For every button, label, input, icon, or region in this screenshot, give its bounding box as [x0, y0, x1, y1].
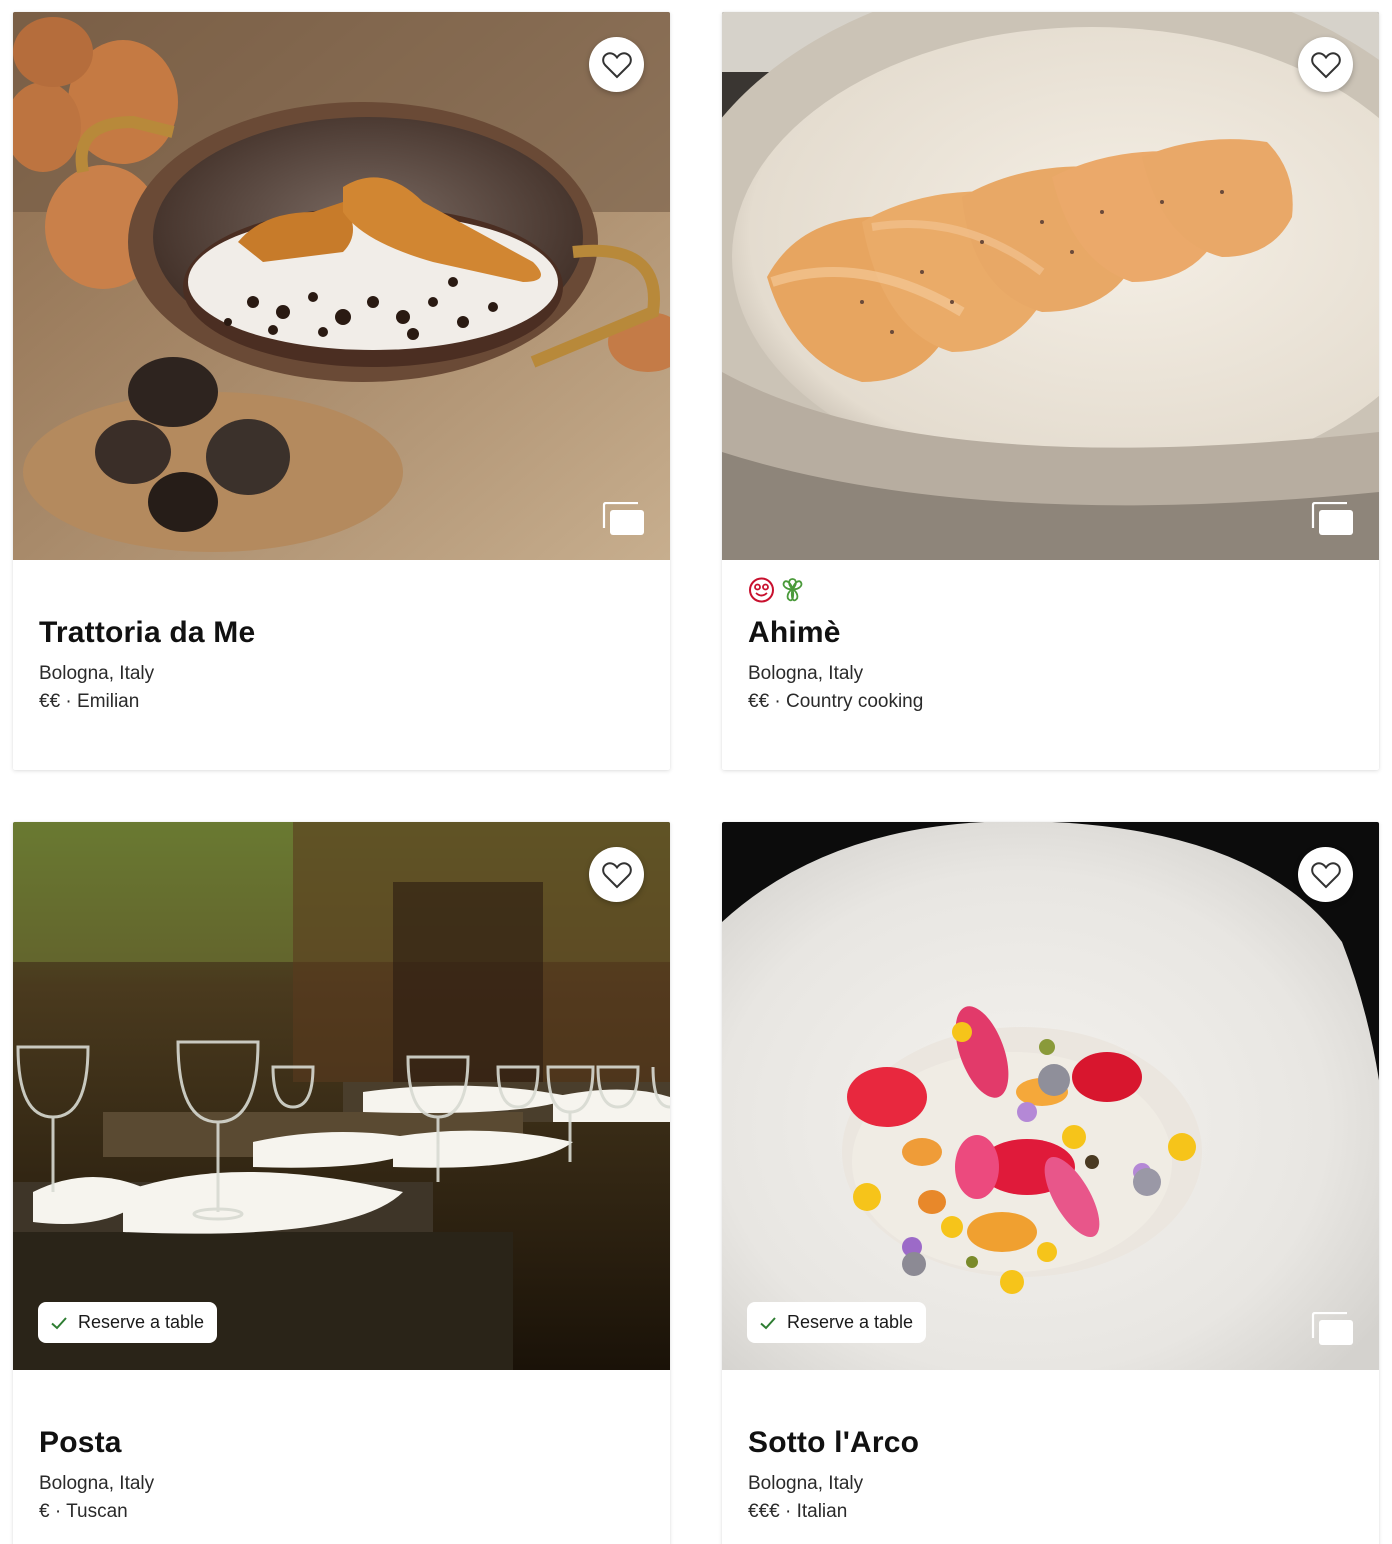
reserve-label: Reserve a table — [78, 1312, 205, 1332]
restaurant-photo[interactable] — [722, 12, 1379, 560]
heart-outline-icon — [1310, 861, 1341, 888]
photo-flower-plate — [722, 822, 1379, 1370]
restaurant-price-cuisine: € · Tuscan — [39, 1501, 128, 1522]
gallery-stack-icon[interactable] — [602, 502, 646, 536]
restaurant-price-cuisine: €€ · Country cooking — [748, 691, 924, 712]
restaurant-card[interactable]: Ahimè Bologna, Italy €€ · Country cookin… — [722, 12, 1379, 770]
green-star-icon — [782, 578, 803, 602]
favorite-button[interactable] — [589, 37, 644, 92]
restaurant-location: Bologna, Italy — [748, 663, 864, 684]
photo-restaurant-tables — [13, 822, 670, 1370]
restaurant-location: Bologna, Italy — [39, 1473, 155, 1494]
restaurant-name[interactable]: Posta — [39, 1426, 122, 1460]
restaurant-photo[interactable]: Reserve a table — [722, 822, 1379, 1370]
favorite-button[interactable] — [1298, 37, 1353, 92]
restaurant-grid: Trattoria da Me Bologna, Italy €€ · Emil… — [0, 0, 1392, 1544]
check-icon — [51, 1316, 67, 1329]
reserve-label: Reserve a table — [787, 1312, 914, 1332]
restaurant-card[interactable]: Trattoria da Me Bologna, Italy €€ · Emil… — [13, 12, 670, 770]
gallery-stack-icon[interactable] — [1311, 502, 1355, 536]
reserve-table-badge[interactable]: Reserve a table — [38, 1302, 218, 1343]
reserve-table-badge[interactable]: Reserve a table — [747, 1302, 927, 1343]
heart-outline-icon — [601, 861, 632, 888]
photo-prawns-plate — [722, 12, 1379, 560]
restaurant-name[interactable]: Ahimè — [748, 616, 841, 650]
heart-outline-icon — [1310, 51, 1341, 78]
bib-gourmand-icon — [749, 577, 774, 603]
restaurant-name[interactable]: Sotto l'Arco — [748, 1426, 919, 1460]
heart-outline-icon — [601, 51, 632, 78]
restaurant-card[interactable]: Reserve a table Posta Bologna, Italy € ·… — [13, 822, 670, 1544]
restaurant-price-cuisine: €€€ · Italian — [748, 1501, 848, 1522]
award-icons — [747, 576, 807, 604]
gallery-stack-icon[interactable] — [1311, 1312, 1355, 1346]
restaurant-location: Bologna, Italy — [39, 663, 155, 684]
restaurant-location: Bologna, Italy — [748, 1473, 864, 1494]
photo-truffle-dish — [13, 12, 670, 560]
restaurant-price-cuisine: €€ · Emilian — [39, 691, 140, 712]
restaurant-photo[interactable] — [13, 12, 670, 560]
favorite-button[interactable] — [589, 847, 644, 902]
check-icon — [760, 1316, 776, 1329]
favorite-button[interactable] — [1298, 847, 1353, 902]
restaurant-card[interactable]: Reserve a table Sotto l'Arco Bologna, It… — [722, 822, 1379, 1544]
restaurant-photo[interactable]: Reserve a table — [13, 822, 670, 1370]
restaurant-name[interactable]: Trattoria da Me — [39, 616, 255, 650]
